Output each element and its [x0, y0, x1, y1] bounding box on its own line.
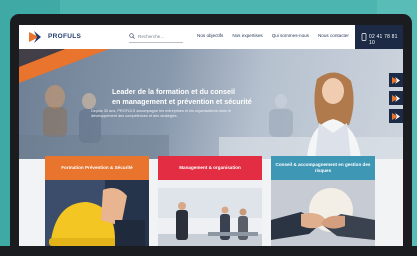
card-management-title[interactable]: Management & organisation: [158, 156, 262, 180]
side-button-3[interactable]: [389, 109, 403, 123]
card-prevention-image: [45, 180, 149, 256]
card-conseil[interactable]: Conseil & accompagnement en gestion des …: [271, 156, 375, 256]
side-button-1[interactable]: [389, 73, 403, 87]
logo-arrow-icon: [392, 76, 400, 84]
card-prevention[interactable]: Formation Prévention & Sécurité: [45, 156, 149, 256]
card-conseil-image: [271, 180, 375, 256]
main-nav: Nos objectifs Nos expertises Qui sommes-…: [197, 33, 349, 38]
search-input[interactable]: [138, 32, 182, 41]
hero-title: Leader de la formation et du conseil en …: [112, 87, 252, 107]
nav-item-objectifs[interactable]: Nos objectifs: [197, 33, 223, 38]
hero-title-line-1: Leader de la formation et du conseil: [112, 87, 236, 96]
service-cards: Formation Prévention & Sécurité Manageme…: [19, 156, 403, 256]
search-bar: [129, 32, 183, 43]
card-management[interactable]: Management & organisation: [158, 156, 262, 256]
logo-arrow-icon: [392, 94, 400, 102]
search-icon[interactable]: [129, 33, 135, 39]
nav-item-qui-sommes-nous[interactable]: Qui sommes-nous: [272, 33, 309, 38]
nav-item-expertises[interactable]: Nos expertises: [232, 33, 262, 38]
phone-icon: [361, 33, 367, 41]
phone-number: 02 41 78 81 10: [369, 34, 398, 46]
website-screen: PROFULS Nos objectifs Nos expertises Qui…: [19, 25, 403, 256]
site-header: PROFULS Nos objectifs Nos expertises Qui…: [19, 25, 403, 50]
hero-dark-shape: [19, 49, 65, 67]
logo-mark-icon: [29, 31, 41, 43]
logo-arrow-icon: [392, 112, 400, 120]
side-button-2[interactable]: [389, 91, 403, 105]
monitor-bottom-bezel: [0, 246, 417, 256]
nav-item-contact[interactable]: Nous contacter: [318, 33, 349, 38]
hero-banner: Leader de la formation et du conseil en …: [19, 49, 403, 159]
hero-title-line-2: en management et prévention et sécurité: [112, 97, 252, 106]
logo-text: PROFULS: [48, 33, 82, 40]
card-management-image: [158, 180, 262, 256]
hero-subtitle: Depuis 30 ans, PROFULS accompagne les en…: [91, 109, 231, 119]
phone-button[interactable]: 02 41 78 81 10: [355, 25, 403, 49]
card-conseil-title[interactable]: Conseil & accompagnement en gestion des …: [271, 156, 375, 180]
card-prevention-title[interactable]: Formation Prévention & Sécurité: [45, 156, 149, 180]
